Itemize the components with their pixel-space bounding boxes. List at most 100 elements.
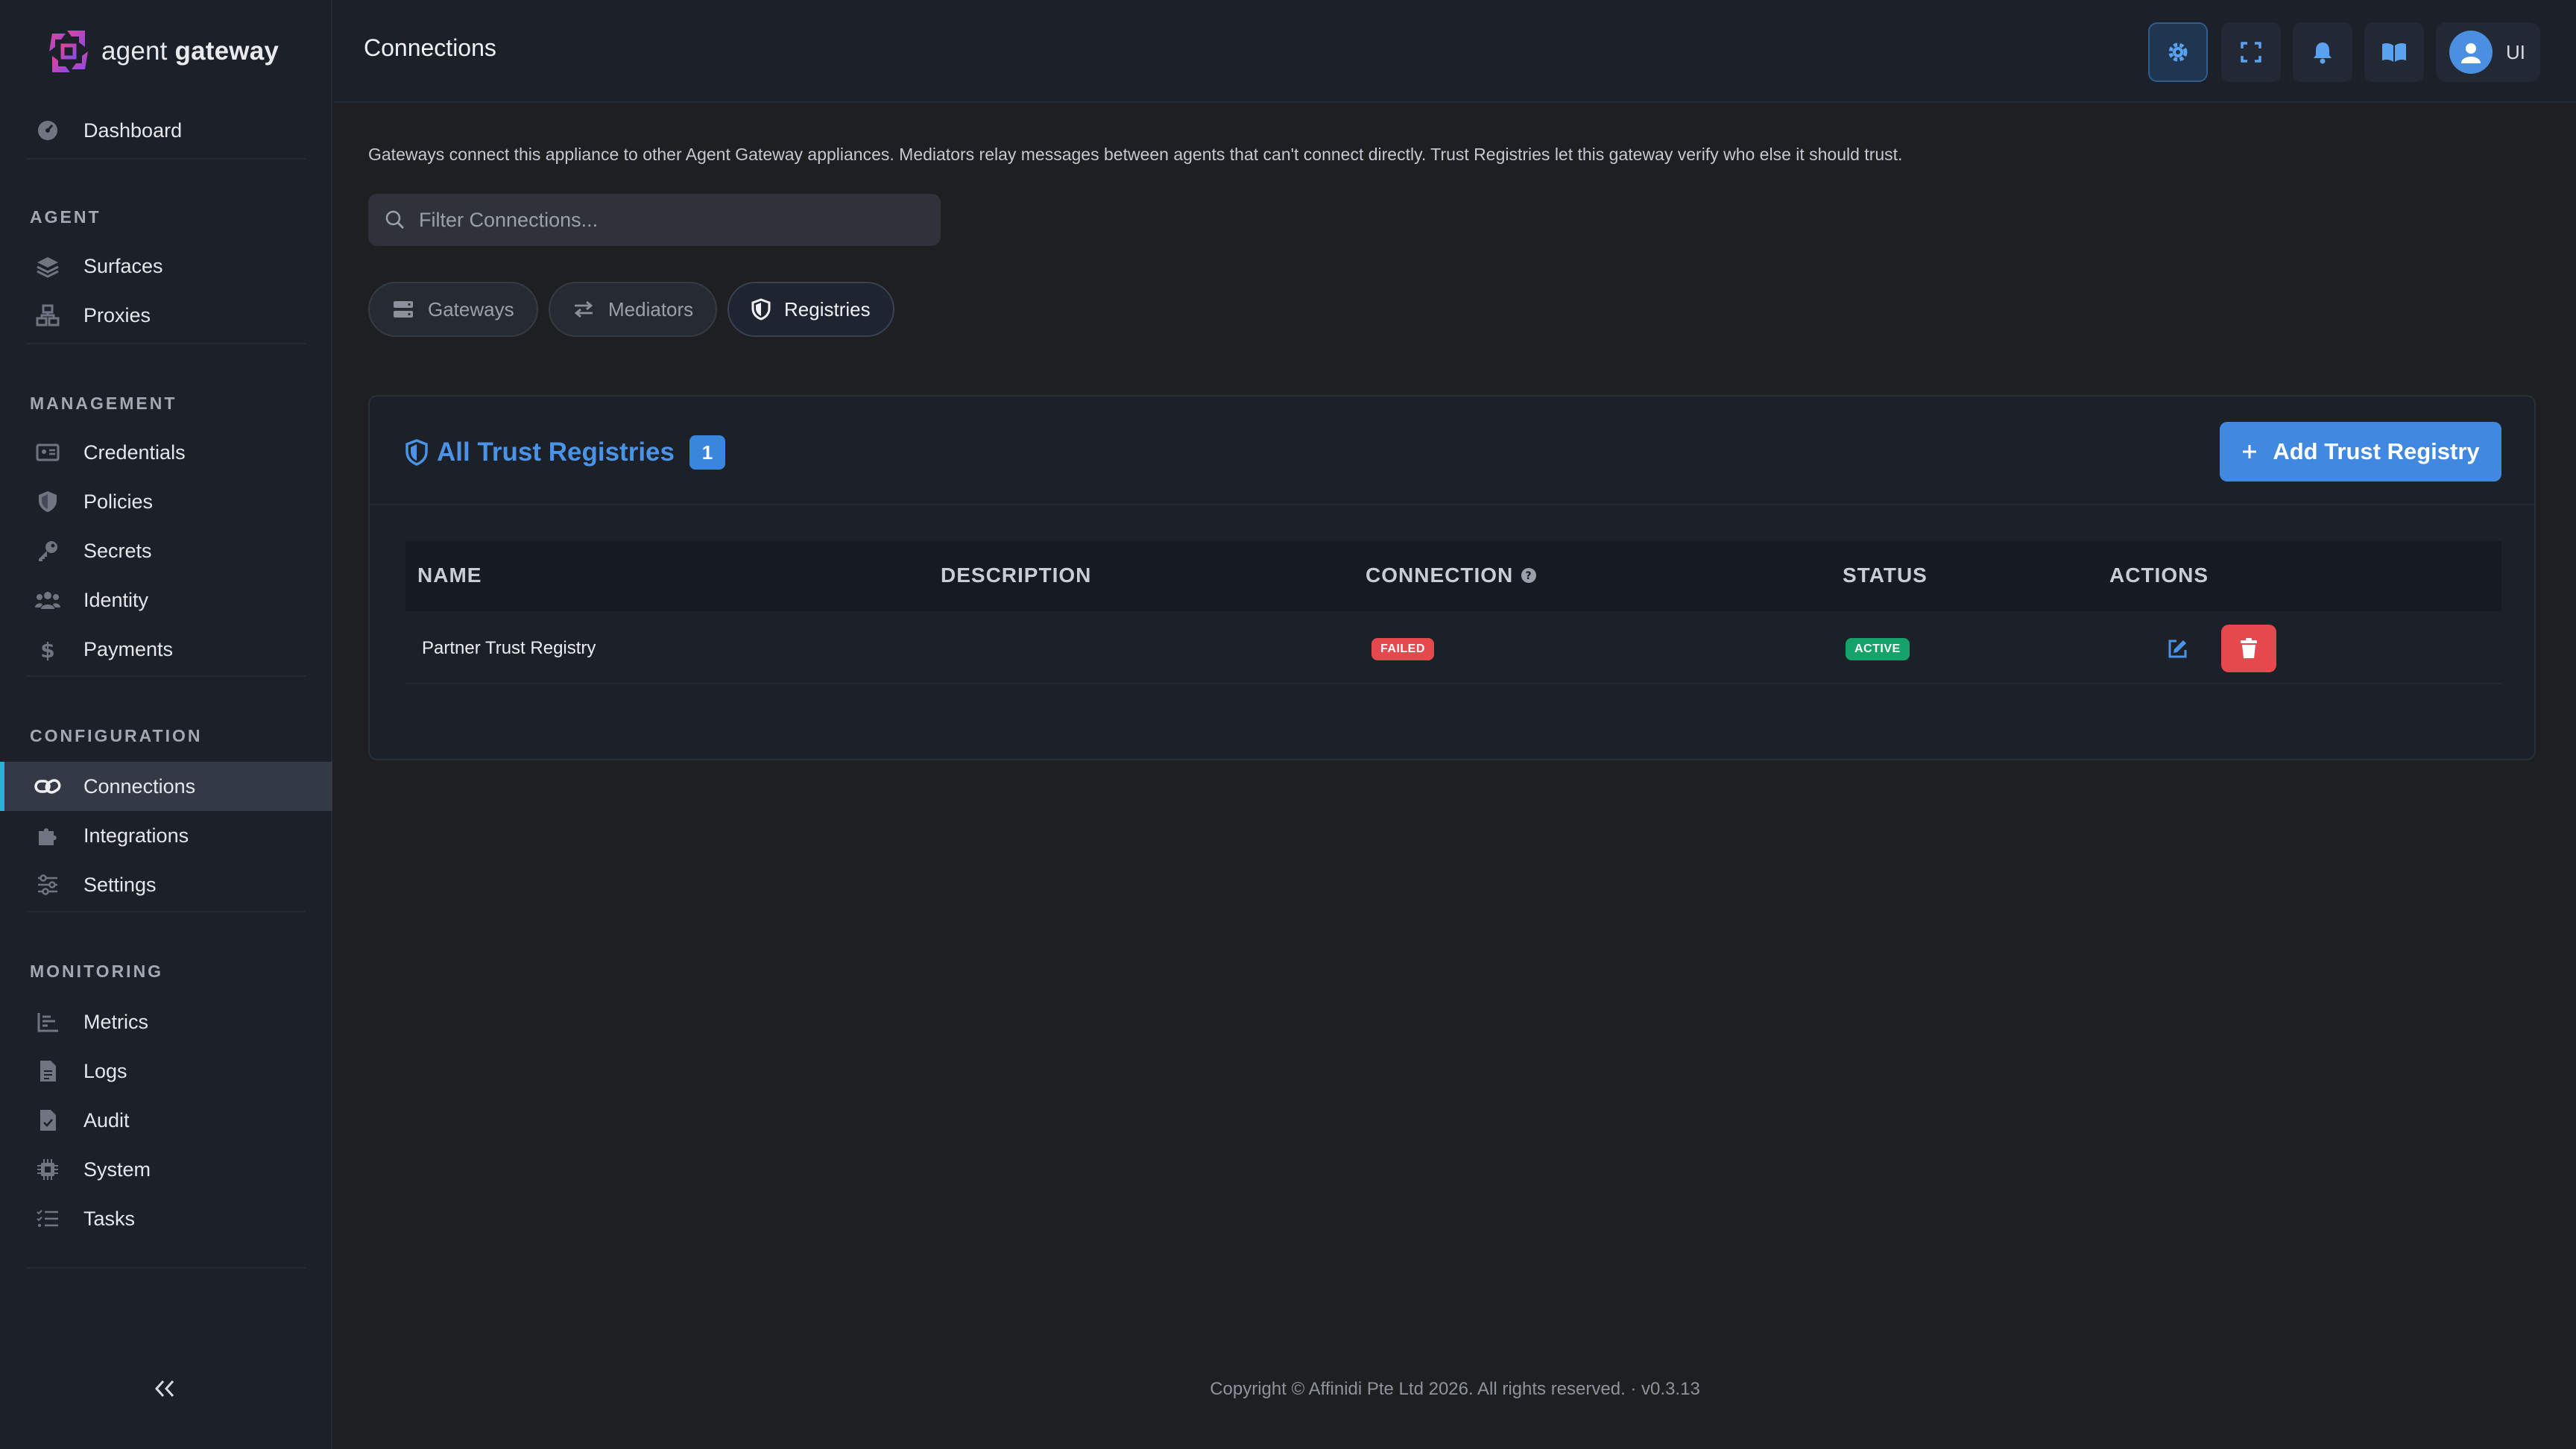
column-header-description: DESCRIPTION — [941, 564, 1092, 587]
dollar-icon: $ — [34, 636, 61, 663]
sidebar-item-metrics[interactable]: Metrics — [0, 997, 332, 1046]
file-check-icon — [34, 1107, 61, 1134]
shield-icon — [751, 298, 771, 321]
column-header-status: STATUS — [1843, 564, 1928, 587]
divider — [27, 1267, 306, 1269]
sidebar-item-payments[interactable]: $ Payments — [0, 625, 332, 674]
svg-text:?: ? — [1526, 570, 1532, 582]
sidebar-item-label: Settings — [83, 873, 157, 896]
sidebar-item-label: System — [83, 1158, 151, 1181]
sidebar-item-label: Surfaces — [83, 254, 163, 277]
sliders-icon — [34, 871, 61, 898]
plus-icon — [2241, 443, 2258, 460]
filter-input[interactable] — [419, 208, 926, 232]
sidebar-item-settings[interactable]: Settings — [0, 860, 332, 909]
intro-text: Gateways connect this appliance to other… — [368, 145, 1903, 164]
docs-button[interactable] — [2364, 22, 2424, 82]
tab-registries[interactable]: Registries — [727, 282, 894, 337]
bell-icon — [2311, 40, 2334, 64]
table-header: NAME DESCRIPTION CONNECTION ? STATUS ACT… — [405, 541, 2501, 611]
column-header-connection: CONNECTION ? — [1366, 564, 1537, 587]
divider — [27, 911, 306, 912]
gear-icon — [2165, 40, 2191, 65]
network-icon — [34, 302, 61, 329]
sidebar-item-audit[interactable]: Audit — [0, 1096, 332, 1145]
tab-gateways[interactable]: Gateways — [368, 282, 538, 337]
link-icon — [34, 773, 61, 800]
connection-status-badge: FAILED — [1371, 638, 1434, 660]
tab-label: Mediators — [608, 297, 694, 321]
sidebar-item-label: Metrics — [83, 1010, 148, 1033]
edit-icon — [2166, 638, 2188, 660]
avatar — [2449, 31, 2493, 74]
sidebar-item-label: Audit — [83, 1108, 130, 1131]
sidebar-item-label: Integrations — [83, 824, 189, 847]
collapse-sidebar-button[interactable] — [146, 1376, 183, 1401]
sidebar-item-policies[interactable]: Policies — [0, 477, 332, 526]
add-trust-registry-button[interactable]: Add Trust Registry — [2220, 422, 2501, 482]
user-menu-button[interactable]: UI — [2436, 22, 2540, 82]
tab-mediators[interactable]: Mediators — [549, 282, 718, 337]
logo-icon — [46, 29, 91, 74]
count-badge: 1 — [689, 435, 725, 470]
sidebar-item-label: Credentials — [83, 441, 186, 464]
arrows-exchange-icon — [572, 300, 595, 319]
sidebar-item-credentials[interactable]: Credentials — [0, 428, 332, 477]
help-icon[interactable]: ? — [1521, 567, 1537, 584]
sidebar-item-label: Identity — [83, 588, 149, 611]
book-open-icon — [2381, 41, 2408, 63]
sidebar-item-label: Tasks — [83, 1207, 136, 1230]
shield-icon — [405, 439, 428, 466]
sidebar-item-label: Policies — [83, 490, 154, 513]
page-title: Connections — [364, 34, 496, 61]
table-row[interactable]: Partner Trust Registry FAILED ACTIVE — [405, 613, 2501, 684]
delete-button[interactable] — [2221, 625, 2276, 672]
brand[interactable]: agent gateway — [46, 28, 279, 75]
sidebar-item-identity[interactable]: Identity — [0, 575, 332, 625]
shield-icon — [34, 488, 61, 515]
tab-label: Gateways — [428, 297, 514, 321]
theme-settings-button[interactable] — [2148, 22, 2208, 82]
filter-connections[interactable] — [368, 194, 941, 246]
server-icon — [392, 300, 414, 319]
add-button-label: Add Trust Registry — [2273, 438, 2480, 464]
section-title-configuration: CONFIGURATION — [30, 726, 203, 745]
dashboard-icon — [34, 117, 61, 144]
card-header: All Trust Registries 1 Add Trust Registr… — [370, 397, 2534, 505]
section-title-management: MANAGEMENT — [30, 394, 177, 413]
tab-label: Registries — [784, 297, 871, 321]
top-bar: Connections UI — [334, 0, 2576, 103]
svg-text:$: $ — [40, 638, 54, 661]
file-icon — [34, 1058, 61, 1085]
sidebar-item-surfaces[interactable]: Surfaces — [0, 242, 332, 291]
sidebar-item-connections[interactable]: Connections — [0, 762, 332, 811]
search-icon — [385, 209, 405, 230]
fullscreen-button[interactable] — [2221, 22, 2281, 82]
edit-button[interactable] — [2159, 631, 2196, 668]
card-title: All Trust Registries 1 — [405, 435, 725, 470]
user-initials: UI — [2506, 40, 2525, 63]
cpu-icon — [34, 1156, 61, 1183]
sidebar-item-label: Payments — [83, 637, 174, 660]
users-icon — [34, 587, 61, 613]
sidebar-item-proxies[interactable]: Proxies — [0, 291, 332, 340]
sidebar-item-integrations[interactable]: Integrations — [0, 811, 332, 860]
chart-icon — [34, 1008, 61, 1035]
footer-copyright: Copyright © Affinidi Pte Ltd 2026. All r… — [1210, 1379, 1700, 1399]
key-icon — [34, 537, 61, 564]
sidebar-item-label: Dashboard — [83, 119, 183, 142]
list-check-icon — [34, 1205, 61, 1232]
sidebar-item-dashboard[interactable]: Dashboard — [0, 106, 332, 155]
trust-registries-card: All Trust Registries 1 Add Trust Registr… — [368, 395, 2536, 760]
sidebar-item-system[interactable]: System — [0, 1145, 332, 1194]
puzzle-icon — [34, 822, 61, 849]
sidebar-item-tasks[interactable]: Tasks — [0, 1194, 332, 1243]
sidebar-item-secrets[interactable]: Secrets — [0, 526, 332, 575]
section-title-agent: AGENT — [30, 207, 101, 227]
sidebar-item-label: Secrets — [83, 539, 152, 562]
sidebar-item-label: Logs — [83, 1059, 127, 1082]
sidebar-item-logs[interactable]: Logs — [0, 1046, 332, 1096]
notifications-button[interactable] — [2293, 22, 2352, 82]
registry-name: Partner Trust Registry — [422, 638, 596, 658]
divider — [27, 675, 306, 677]
